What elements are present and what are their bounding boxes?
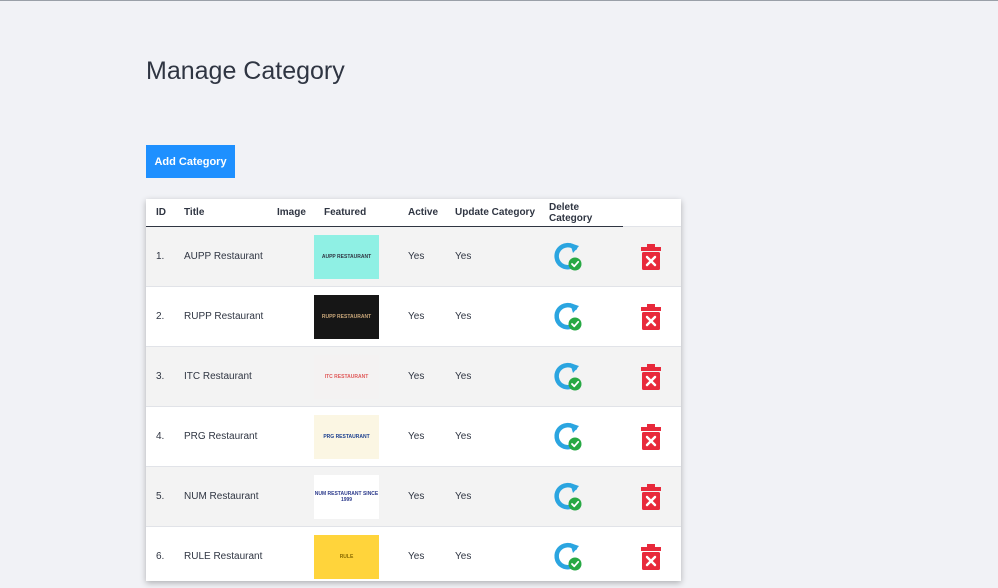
row-active: Yes (445, 226, 539, 287)
row-featured: Yes (398, 406, 445, 467)
row-thumbnail: PRG RESTAURANT (314, 414, 379, 459)
row-id: 6. (146, 526, 174, 581)
row-delete-cell (623, 346, 681, 407)
row-title: NUM Restaurant (174, 466, 267, 527)
row-delete-cell (623, 406, 681, 467)
trash-x-icon[interactable] (641, 483, 681, 510)
header-active: Active (398, 199, 445, 227)
thumbnail-label: RULE (339, 553, 354, 560)
header-id: ID (146, 199, 174, 227)
table-row: 5. NUM Restaurant NUM RESTAURANT SINCE 1… (146, 466, 681, 527)
row-delete-cell (623, 286, 681, 347)
row-thumbnail: NUM RESTAURANT SINCE 1999 (314, 474, 379, 519)
row-delete-cell (623, 466, 681, 527)
refresh-check-icon[interactable] (551, 240, 623, 274)
header-title: Title (174, 199, 267, 227)
table-row: 6. RULE Restaurant RULE Yes Yes (146, 526, 681, 581)
row-update-cell (539, 526, 623, 581)
row-active: Yes (445, 406, 539, 467)
row-title: RULE Restaurant (174, 526, 267, 581)
refresh-check-icon[interactable] (551, 300, 623, 334)
row-thumbnail-cell: RULE (314, 526, 398, 581)
trash-x-icon[interactable] (641, 543, 681, 570)
row-featured: Yes (398, 346, 445, 407)
table-row: 3. ITC Restaurant ITC RESTAURANT Yes Yes (146, 346, 681, 407)
row-update-cell (539, 286, 623, 347)
row-title: PRG Restaurant (174, 406, 267, 467)
row-id: 4. (146, 406, 174, 467)
thumbnail-label: PRG RESTAURANT (323, 433, 370, 440)
row-thumbnail: AUPP RESTAURANT (314, 234, 379, 279)
row-featured: Yes (398, 466, 445, 527)
row-id: 3. (146, 346, 174, 407)
thumbnail-label: NUM RESTAURANT SINCE 1999 (314, 490, 379, 503)
row-id: 5. (146, 466, 174, 527)
row-active: Yes (445, 526, 539, 581)
header-delete-category: Delete Category (539, 199, 623, 227)
row-id: 2. (146, 286, 174, 347)
row-image-cell (267, 526, 314, 581)
row-delete-cell (623, 226, 681, 287)
thumbnail-label: ITC RESTAURANT (324, 373, 369, 380)
row-image-cell (267, 466, 314, 527)
header-spacer (623, 199, 681, 227)
row-image-cell (267, 406, 314, 467)
row-thumbnail-cell: ITC RESTAURANT (314, 346, 398, 407)
row-title: RUPP Restaurant (174, 286, 267, 347)
row-featured: Yes (398, 226, 445, 287)
row-delete-cell (623, 526, 681, 581)
trash-x-icon[interactable] (641, 303, 681, 330)
row-title: AUPP Restaurant (174, 226, 267, 287)
row-thumbnail-cell: NUM RESTAURANT SINCE 1999 (314, 466, 398, 527)
row-active: Yes (445, 286, 539, 347)
row-id: 1. (146, 226, 174, 287)
row-thumbnail: RULE (314, 534, 379, 579)
row-image-cell (267, 286, 314, 347)
row-thumbnail: ITC RESTAURANT (314, 354, 379, 399)
row-active: Yes (445, 466, 539, 527)
row-featured: Yes (398, 526, 445, 581)
table-header-row: ID Title Image Featured Active Update Ca… (146, 199, 681, 227)
add-category-button[interactable]: Add Category (146, 145, 235, 178)
page-title: Manage Category (146, 57, 345, 85)
row-update-cell (539, 226, 623, 287)
trash-x-icon[interactable] (641, 423, 681, 450)
row-update-cell (539, 346, 623, 407)
header-featured: Featured (314, 199, 398, 227)
row-featured: Yes (398, 286, 445, 347)
row-image-cell (267, 226, 314, 287)
refresh-check-icon[interactable] (551, 480, 623, 514)
trash-x-icon[interactable] (641, 243, 681, 270)
thumbnail-label: AUPP RESTAURANT (321, 253, 372, 260)
refresh-check-icon[interactable] (551, 420, 623, 454)
table-row: 4. PRG Restaurant PRG RESTAURANT Yes Yes (146, 406, 681, 467)
refresh-check-icon[interactable] (551, 540, 623, 574)
row-thumbnail-cell: RUPP RESTAURANT (314, 286, 398, 347)
row-title: ITC Restaurant (174, 346, 267, 407)
table-row: 1. AUPP Restaurant AUPP RESTAURANT Yes Y… (146, 226, 681, 287)
row-active: Yes (445, 346, 539, 407)
row-update-cell (539, 406, 623, 467)
category-table: ID Title Image Featured Active Update Ca… (146, 199, 681, 581)
table-row: 2. RUPP Restaurant RUPP RESTAURANT Yes Y… (146, 286, 681, 347)
row-thumbnail-cell: PRG RESTAURANT (314, 406, 398, 467)
row-image-cell (267, 346, 314, 407)
row-thumbnail-cell: AUPP RESTAURANT (314, 226, 398, 287)
row-thumbnail: RUPP RESTAURANT (314, 294, 379, 339)
thumbnail-label: RUPP RESTAURANT (321, 313, 372, 320)
header-update-category: Update Category (445, 199, 539, 227)
trash-x-icon[interactable] (641, 363, 681, 390)
refresh-check-icon[interactable] (551, 360, 623, 394)
row-update-cell (539, 466, 623, 527)
header-image: Image (267, 199, 314, 227)
